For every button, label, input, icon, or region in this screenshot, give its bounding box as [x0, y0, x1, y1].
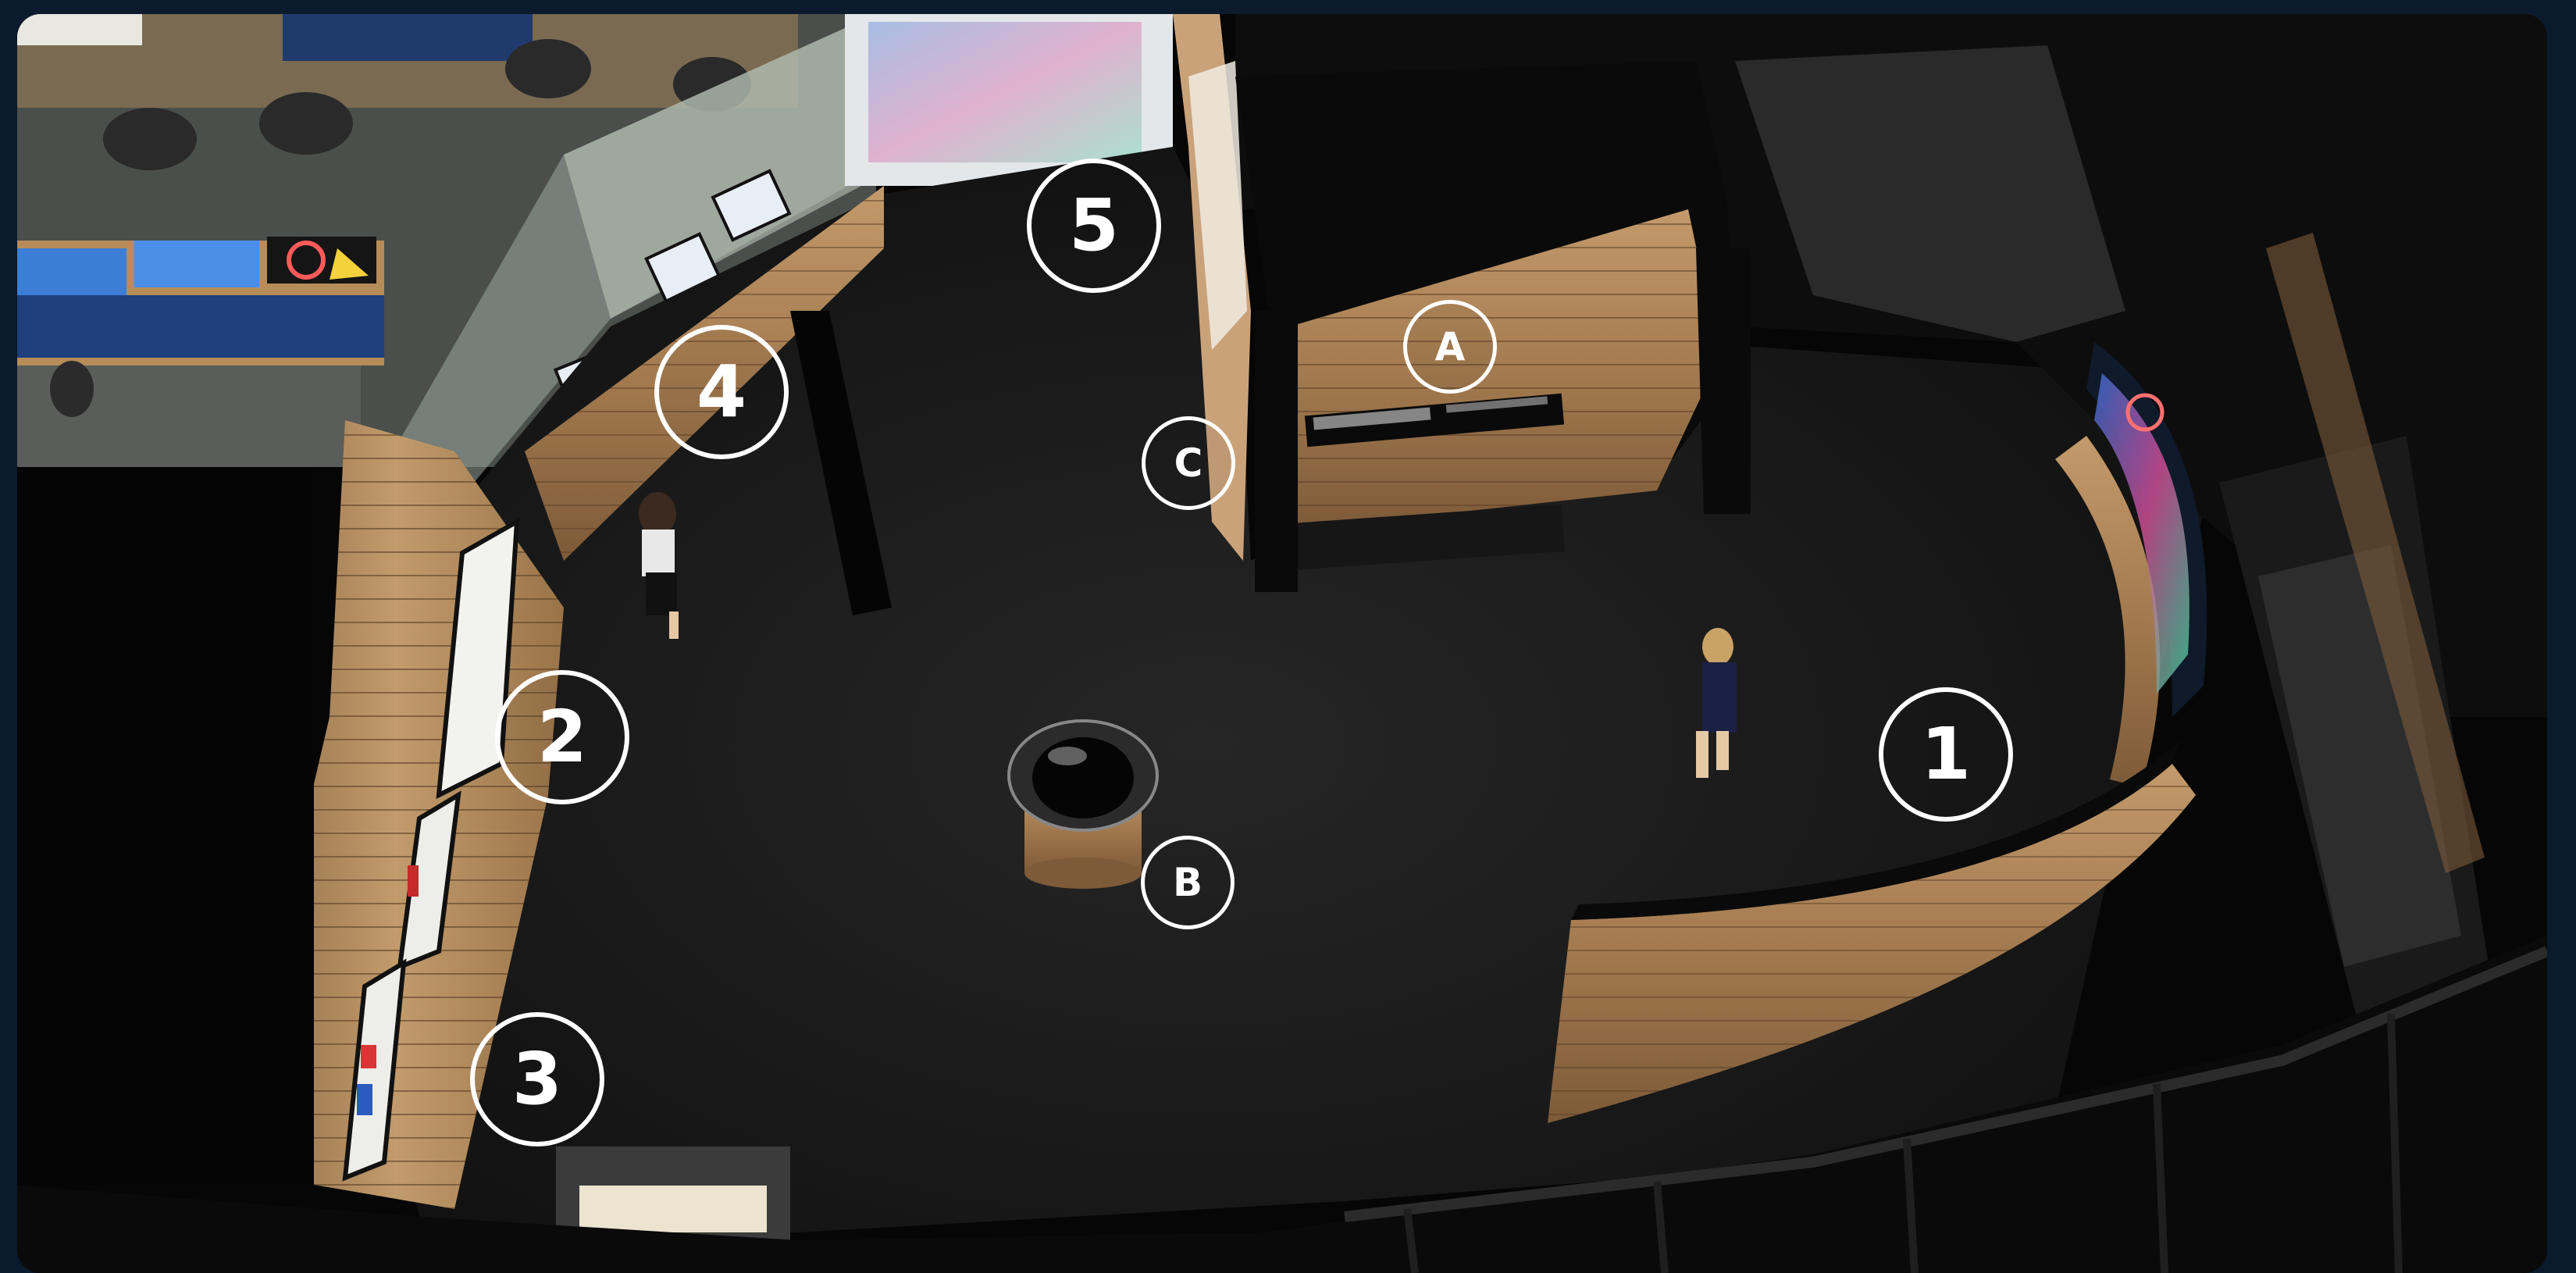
marker-b[interactable]: B	[1141, 836, 1235, 929]
marker-5[interactable]: 5	[1027, 159, 1161, 293]
marker-label: C	[1174, 440, 1203, 486]
exhibit-floorplan-render	[17, 14, 2547, 1273]
marker-1[interactable]: 1	[1879, 687, 2013, 822]
marker-3[interactable]: 3	[470, 1012, 604, 1146]
marker-a[interactable]: A	[1403, 300, 1497, 394]
marker-2[interactable]: 2	[495, 670, 629, 804]
marker-4[interactable]: 4	[654, 325, 789, 459]
marker-label: 4	[696, 350, 746, 433]
marker-label: B	[1172, 860, 1203, 905]
marker-label: A	[1434, 324, 1466, 369]
marker-label: 5	[1068, 184, 1119, 267]
marker-label: 2	[536, 695, 587, 779]
marker-label: 3	[511, 1037, 562, 1121]
exhibit-render-frame: 5 4 2 3 1 A B C	[17, 14, 2547, 1273]
marker-label: 1	[1920, 712, 1971, 796]
round-display-pedestal	[1007, 719, 1159, 889]
marker-c[interactable]: C	[1142, 416, 1235, 510]
